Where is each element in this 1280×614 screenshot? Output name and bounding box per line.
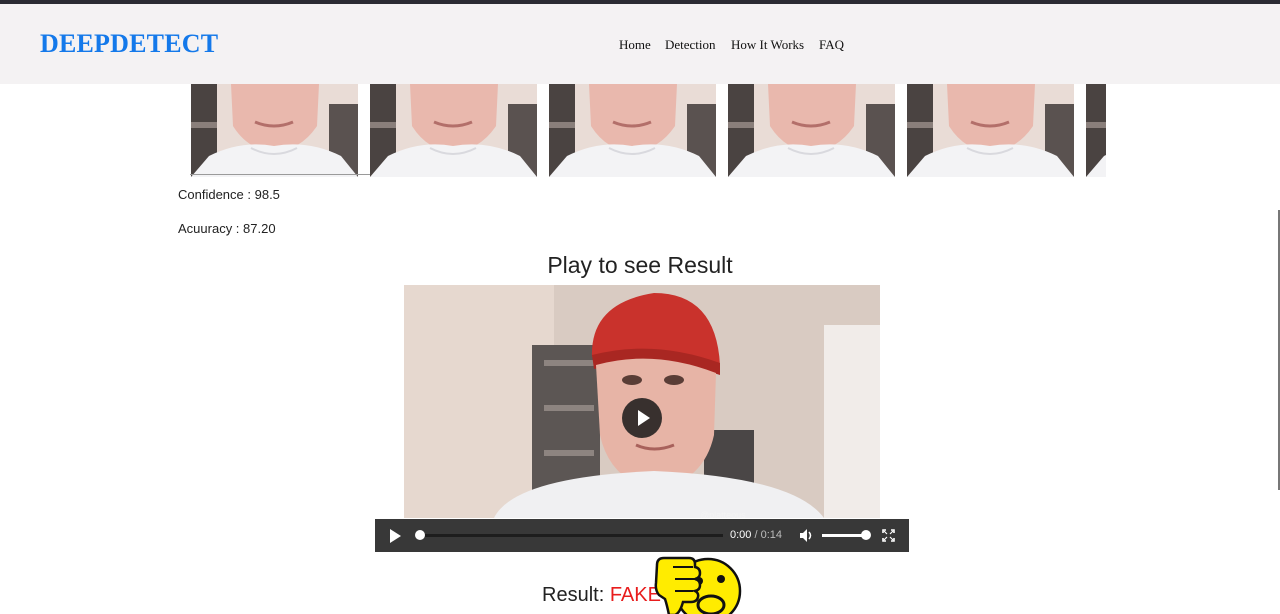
frame-thumbnail: [728, 84, 895, 177]
frame-thumbnail: [549, 84, 716, 177]
seek-handle[interactable]: [415, 530, 425, 540]
nav-link-detection[interactable]: Detection: [665, 37, 716, 53]
duration: 0:14: [760, 529, 783, 541]
frame-thumbnail: [370, 84, 537, 177]
nav-link-home[interactable]: Home: [619, 37, 651, 53]
volume-handle[interactable]: [861, 530, 871, 540]
seek-bar[interactable]: [417, 534, 723, 537]
fullscreen-icon[interactable]: [882, 529, 895, 542]
time-separator: /: [751, 529, 761, 541]
confidence-text: Confidence : 98.5: [178, 187, 280, 202]
brand-logo[interactable]: DEEPDETECT: [40, 29, 218, 59]
video-player[interactable]: @platteous: [404, 285, 880, 518]
navbar: DEEPDETECT Home Detection How It Works F…: [0, 4, 1280, 84]
nav-link-how-it-works[interactable]: How It Works: [731, 37, 804, 53]
nav-link-faq[interactable]: FAQ: [819, 37, 844, 53]
current-time: 0:00: [730, 529, 752, 541]
result-label: Result:: [542, 584, 610, 606]
extracted-frames-strip: [0, 84, 1280, 177]
thumbs-down-emoji-icon: [654, 556, 742, 614]
frame-divider: [190, 174, 370, 175]
time-display: 0:00 / 0:14: [730, 529, 782, 541]
volume-icon[interactable]: [799, 528, 813, 543]
frame-thumbnail: [907, 84, 1074, 177]
play-result-heading: Play to see Result: [547, 252, 733, 278]
video-watermark: @platteous: [700, 510, 746, 518]
video-controls: 0:00 / 0:14: [375, 519, 909, 552]
volume-slider[interactable]: [822, 534, 866, 537]
frame-thumbnail: [191, 84, 358, 177]
result-line: Result: FAKE: [542, 584, 661, 607]
play-overlay-button[interactable]: [622, 398, 662, 438]
frame-thumbnail-partial: [1086, 84, 1106, 177]
accuracy-text: Acuuracy : 87.20: [178, 221, 276, 236]
play-icon[interactable]: [388, 529, 402, 543]
